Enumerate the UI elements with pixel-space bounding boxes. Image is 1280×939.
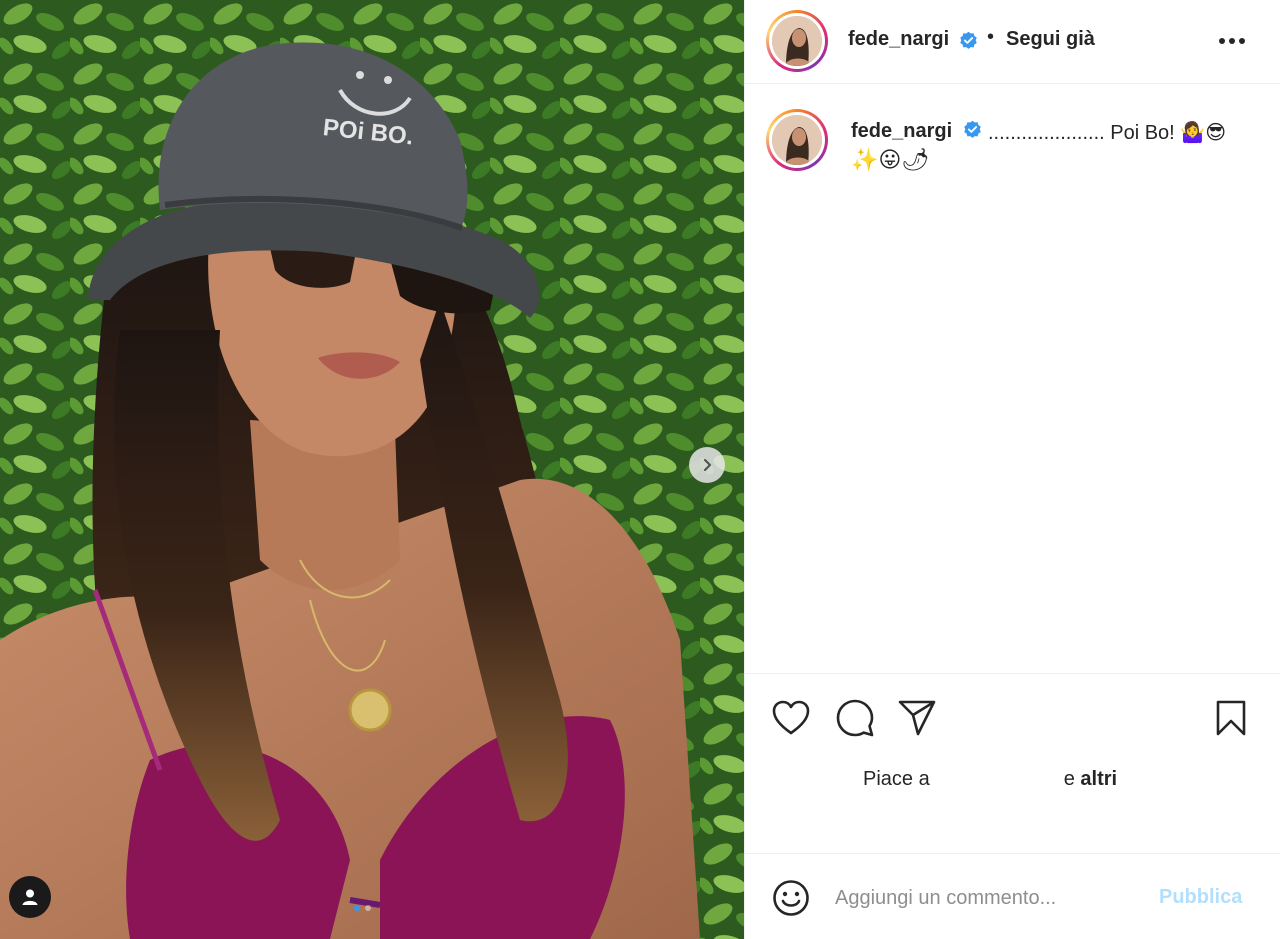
carousel-dot-active (354, 905, 360, 911)
share-button[interactable] (895, 696, 939, 740)
comment-input[interactable] (835, 882, 1135, 914)
verified-badge-icon (964, 120, 981, 138)
post-actions: Piace a e altri (745, 673, 1280, 853)
paper-plane-icon (898, 700, 936, 736)
chevron-right-icon (703, 458, 712, 472)
carousel-indicator (354, 905, 371, 911)
post-media[interactable]: POi BO. (0, 0, 744, 939)
bookmark-icon (1216, 700, 1246, 736)
caption-author-avatar[interactable] (766, 109, 828, 171)
caption-username[interactable]: fede_nargi (851, 120, 952, 142)
post-comment-button[interactable]: Pubblica (1159, 886, 1242, 909)
comments-area (745, 85, 1280, 673)
post-photo: POi BO. (0, 0, 744, 939)
post-header: fede_nargi • Segui già (745, 0, 1280, 84)
instagram-post-dialog: POi BO. fede_nargi • Segui già fede_narg… (0, 0, 1280, 939)
like-button[interactable] (769, 696, 813, 740)
user-tag-icon (22, 889, 38, 905)
save-button[interactable] (1209, 696, 1253, 740)
emoji-picker-button[interactable] (769, 876, 813, 920)
heart-icon (772, 700, 810, 735)
carousel-dot (365, 905, 371, 911)
caption-text: ..................... Poi Bo! 🤷‍♀️😎 (988, 122, 1227, 144)
likes-prefix: Piace a (863, 768, 930, 790)
likes-summary[interactable]: Piace a e altri (863, 768, 1117, 791)
caption-emoji-line: ✨😛🌶 (851, 147, 930, 172)
avatar-image (772, 16, 822, 66)
author-username[interactable]: fede_nargi (848, 28, 949, 51)
post-side-panel: fede_nargi • Segui già fede_nargi ......… (744, 0, 1280, 939)
add-comment-bar: Pubblica (745, 853, 1280, 939)
user-tags-button[interactable] (9, 876, 51, 918)
smiley-icon (773, 880, 809, 916)
comment-button[interactable] (833, 696, 877, 740)
following-button[interactable]: Segui già (1006, 28, 1095, 51)
avatar-image (772, 115, 822, 165)
comment-bubble-icon (836, 699, 874, 737)
author-avatar[interactable] (766, 10, 828, 72)
header-separator: • (987, 26, 995, 48)
carousel-next-button[interactable] (689, 447, 725, 483)
more-options-button[interactable] (1215, 28, 1249, 54)
likes-suffix: e (1063, 768, 1075, 790)
ellipsis-icon (1219, 38, 1245, 44)
verified-badge-icon (960, 31, 977, 49)
likes-others-link[interactable]: altri (1080, 768, 1117, 790)
